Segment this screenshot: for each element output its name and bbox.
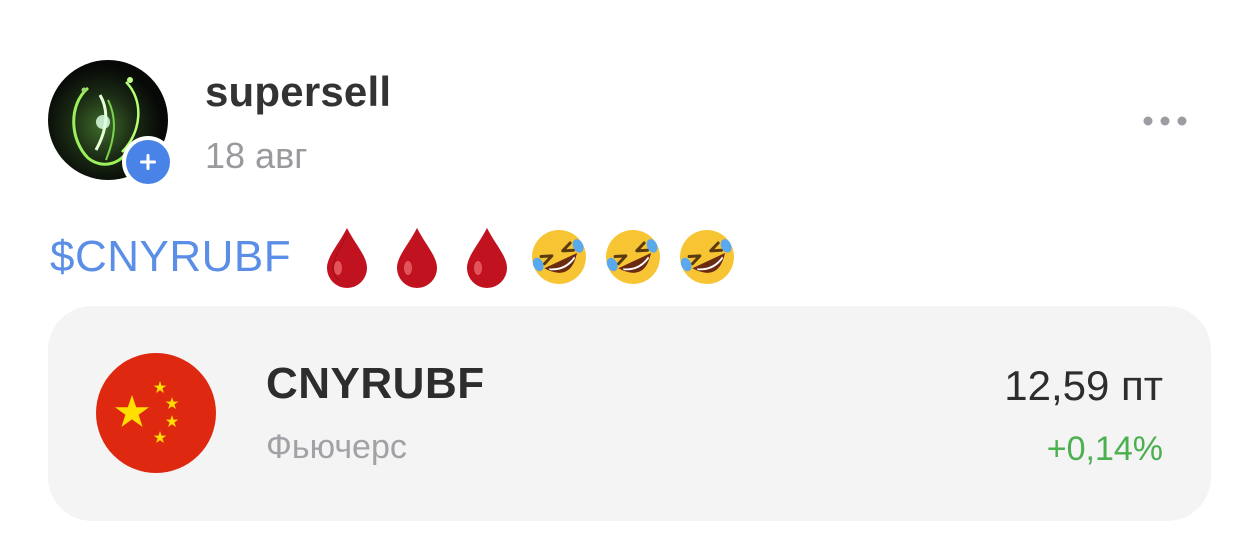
post: supersell 18 авг $CNYRUBF CNYRUBF Фьючер… <box>0 0 1260 539</box>
drop-of-blood-icon <box>467 228 508 288</box>
author-avatar-wrapper <box>48 60 174 188</box>
instrument-ticker: CNYRUBF <box>266 359 485 408</box>
instrument-change: +0,14% <box>1046 430 1163 468</box>
rolling-on-floor-laughing-icon <box>532 230 587 284</box>
rolling-on-floor-laughing-icon <box>606 230 661 284</box>
china-flag-icon <box>96 353 216 473</box>
emoji-row <box>319 226 737 288</box>
instrument-type: Фьючерс <box>266 428 407 466</box>
instrument-card[interactable]: CNYRUBF Фьючерс 12,59 пт +0,14% <box>48 306 1211 521</box>
instrument-price: 12,59 пт <box>1004 362 1163 409</box>
post-date: 18 авг <box>205 135 308 176</box>
plus-icon <box>126 140 170 184</box>
more-horizontal-icon <box>1143 116 1187 126</box>
follow-button[interactable] <box>122 136 174 188</box>
ticker-link[interactable]: $CNYRUBF <box>50 232 291 282</box>
more-options-button[interactable] <box>1135 104 1195 138</box>
post-text: $CNYRUBF <box>50 224 737 290</box>
author-name[interactable]: supersell <box>205 68 391 116</box>
rolling-on-floor-laughing-icon <box>680 230 735 284</box>
drop-of-blood-icon <box>397 228 438 288</box>
drop-of-blood-icon <box>327 228 368 288</box>
